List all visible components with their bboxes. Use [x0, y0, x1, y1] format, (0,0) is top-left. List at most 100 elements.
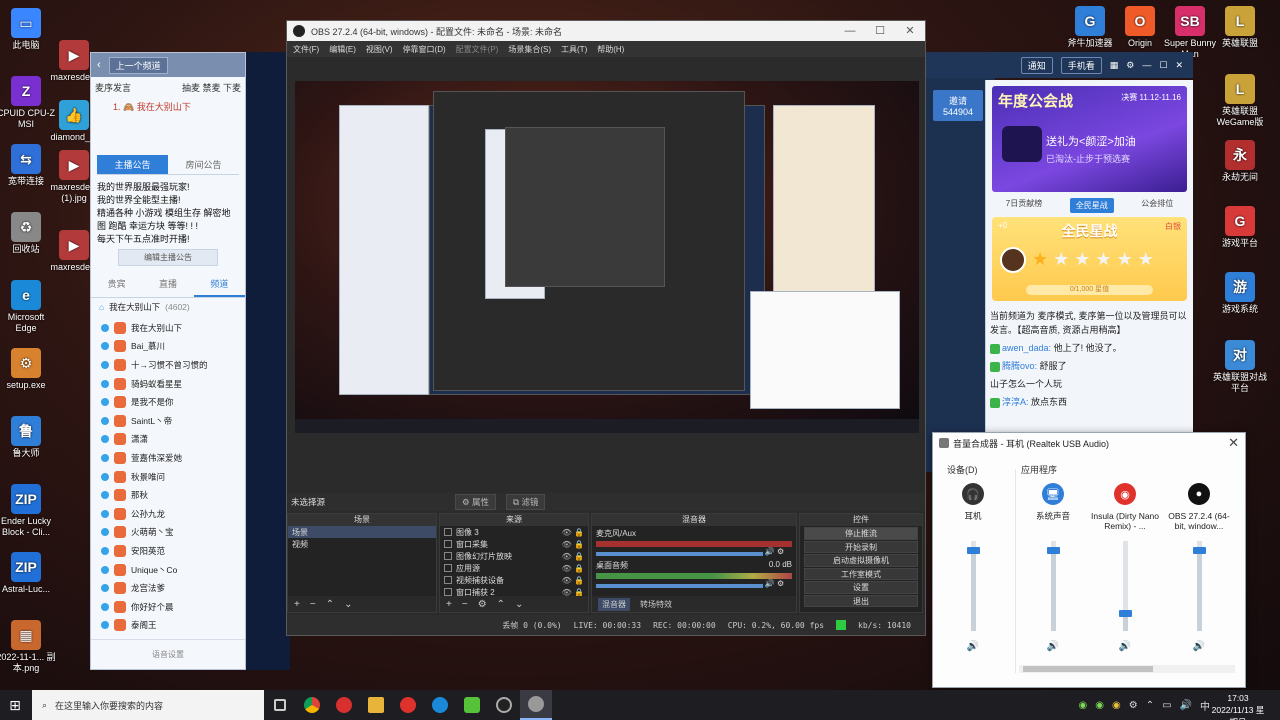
member-row[interactable]: SaintL丶帝 — [91, 412, 245, 431]
desktop-icon[interactable]: L 英雄联盟 WeGame版 — [1210, 74, 1270, 128]
volume-slider[interactable] — [967, 541, 980, 631]
obs-preview-canvas[interactable] — [295, 81, 919, 433]
tray-app-icon[interactable]: ◉ — [1112, 700, 1121, 711]
desktop-icon[interactable]: ZIP Astral-Luc... — [0, 552, 56, 595]
opera-icon[interactable] — [328, 690, 360, 720]
control-button[interactable]: 工作室模式 — [804, 567, 918, 580]
chat-username[interactable]: awen_dada: — [1002, 343, 1051, 353]
tab-host-announcement[interactable]: 主播公告 — [97, 155, 168, 174]
desktop-icon[interactable]: L 英雄联盟 — [1210, 6, 1270, 49]
control-button[interactable]: 开始录制 — [804, 540, 918, 553]
tab-room-announcement[interactable]: 房间公告 — [168, 155, 239, 174]
speaker-icon[interactable]: 🔊 — [765, 579, 775, 588]
source-item[interactable]: 应用源 👁 🔒 — [440, 562, 588, 574]
visibility-lock-icon[interactable]: 👁 🔒 — [562, 528, 588, 537]
member-row[interactable]: 龙宫法爹 — [91, 579, 245, 598]
viewer-count-badge[interactable]: 邀请 544904 — [933, 90, 983, 121]
tab-weekly-contribution[interactable]: 7日贡献榜 — [1006, 198, 1042, 213]
tab-mixer[interactable]: 混音器 — [598, 597, 630, 611]
maximize-icon[interactable]: ☐ — [1159, 60, 1167, 71]
member-row[interactable]: 秋景唯问 — [91, 467, 245, 486]
source-item[interactable]: 图像 3 👁 🔒 — [440, 526, 588, 538]
volume-thumb[interactable] — [1193, 547, 1206, 554]
control-button[interactable]: 退出 — [804, 594, 918, 607]
desktop-icon[interactable]: 对英雄联盟对战平台 — [1210, 340, 1270, 394]
windows-start-icon[interactable]: ⊞ — [0, 697, 30, 714]
edge-icon[interactable] — [424, 690, 456, 720]
taskbar-search[interactable]: ⌕ 在这里输入你要搜索的内容 — [32, 690, 264, 720]
star-battle-card[interactable]: +0 全民星战 白银 ★★★★★★ 0/1,000 星值 — [992, 217, 1187, 301]
desktop-icon[interactable]: 永永劫无间 — [1210, 140, 1270, 183]
phone-view-button[interactable]: 手机看 — [1060, 56, 1102, 74]
control-button[interactable]: 启动虚拟摄像机 — [804, 554, 918, 567]
visibility-lock-icon[interactable]: 👁 🔒 — [562, 576, 588, 585]
desktop-icon[interactable]: G 游戏平台 — [1210, 206, 1270, 249]
remove-icon[interactable]: − — [310, 599, 316, 610]
chat-username[interactable]: 腾腾ovo: — [1002, 361, 1037, 371]
netease-music-icon[interactable] — [392, 690, 424, 720]
chrome-icon[interactable] — [296, 690, 328, 720]
visibility-lock-icon[interactable]: 👁 🔒 — [562, 540, 588, 549]
grid-icon[interactable]: ▦ — [1110, 60, 1119, 71]
voice-settings-button[interactable]: 语音设置 — [152, 649, 184, 660]
minimize-icon[interactable]: — — [1142, 60, 1151, 70]
tab-star-battle[interactable]: 全民星战 — [1069, 198, 1114, 213]
properties-button[interactable]: ⚙ 属性 — [455, 494, 497, 510]
member-row[interactable]: 火萌萌丶宝 — [91, 523, 245, 542]
volume-slider[interactable] — [1193, 541, 1206, 631]
obs-taskbar-icon[interactable] — [488, 690, 520, 720]
member-row[interactable]: 公孙九龙 — [91, 505, 245, 524]
volume-slider[interactable] — [596, 583, 763, 588]
move-up-icon[interactable]: ⌃ — [326, 599, 334, 610]
tray-app-icon[interactable]: ⚙ — [1129, 700, 1138, 711]
desktop-icon[interactable]: ⚙ setup.exe — [0, 348, 56, 391]
speaker-icon[interactable]: 🔊 — [765, 547, 775, 556]
member-row[interactable]: Bai_慕川 — [91, 337, 245, 356]
menu-item[interactable]: 文件(F) — [293, 44, 319, 55]
control-button[interactable]: 设置 — [804, 581, 918, 594]
clock[interactable]: 17:03 2022/11/13 星期日 — [1208, 692, 1268, 720]
move-down-icon[interactable]: ⌄ — [515, 599, 523, 610]
channel-label[interactable]: 耳机 — [937, 511, 1009, 535]
menu-item[interactable]: 视图(V) — [366, 44, 393, 55]
volume-thumb[interactable] — [967, 547, 980, 554]
add-icon[interactable]: + — [446, 599, 452, 610]
member-row[interactable]: 十→习惯不曾习惯的 — [91, 356, 245, 375]
close-icon[interactable]: ✕ — [1175, 60, 1183, 71]
menu-item[interactable]: 场景集合(S) — [508, 44, 551, 55]
gear-icon[interactable]: ⚙ — [777, 579, 784, 588]
close-icon[interactable]: ✕ — [895, 21, 925, 41]
settings-icon[interactable]: ⚙ — [1126, 60, 1134, 71]
visibility-lock-icon[interactable]: 👁 🔒 — [562, 552, 588, 561]
member-row[interactable]: 骑蚂蚁看星星 — [91, 374, 245, 393]
filters-button[interactable]: ⧉ 滤镜 — [506, 494, 546, 510]
tab-transitions[interactable]: 转场特效 — [640, 599, 672, 610]
app-taskbar-icon[interactable] — [520, 690, 552, 720]
scene-item[interactable]: 场景 — [288, 526, 436, 538]
mute-speaker-icon[interactable]: 🔊 — [1163, 641, 1235, 652]
mic-order-actions[interactable]: 抽麦 禁麦 下麦 — [182, 81, 241, 94]
gear-icon[interactable]: ⚙ — [777, 547, 784, 556]
member-row[interactable]: 潇潇 — [91, 430, 245, 449]
member-row[interactable]: 是我不是你 — [91, 393, 245, 412]
tab-channel[interactable]: 频道 — [193, 272, 245, 297]
desktop-icon[interactable]: ▦ 2022-11-1... 副本.png — [0, 620, 56, 674]
mute-speaker-icon[interactable]: 🔊 — [1017, 641, 1089, 652]
chat-username[interactable]: 淳淳A: — [1002, 397, 1029, 407]
desktop-icon[interactable]: 游游戏系统 — [1210, 272, 1270, 315]
control-button[interactable]: 停止推流 — [804, 527, 918, 540]
tray-app-icon[interactable]: ◉ — [1095, 700, 1104, 711]
volume-thumb[interactable] — [1047, 547, 1060, 554]
tab-live[interactable]: 直播 — [142, 272, 193, 297]
previous-channel-button[interactable]: 上一个频道 — [108, 56, 168, 74]
visibility-lock-icon[interactable]: 👁 🔒 — [562, 564, 588, 573]
file-explorer-icon[interactable] — [360, 690, 392, 720]
gear-icon[interactable]: ⚙ — [478, 599, 487, 610]
member-row[interactable]: 安阳英范 — [91, 542, 245, 561]
menu-item[interactable]: 停靠窗口(D) — [403, 44, 446, 55]
back-arrow-icon[interactable]: ‹ — [97, 59, 101, 71]
desktop-icon[interactable]: ZIP Ender Lucky Block - Cli... — [0, 484, 56, 538]
tab-vip[interactable]: 贵宾 — [91, 272, 142, 297]
maximize-icon[interactable]: ☐ — [865, 21, 895, 41]
desktop-icon[interactable]: 鲁鲁大师 — [0, 416, 56, 459]
